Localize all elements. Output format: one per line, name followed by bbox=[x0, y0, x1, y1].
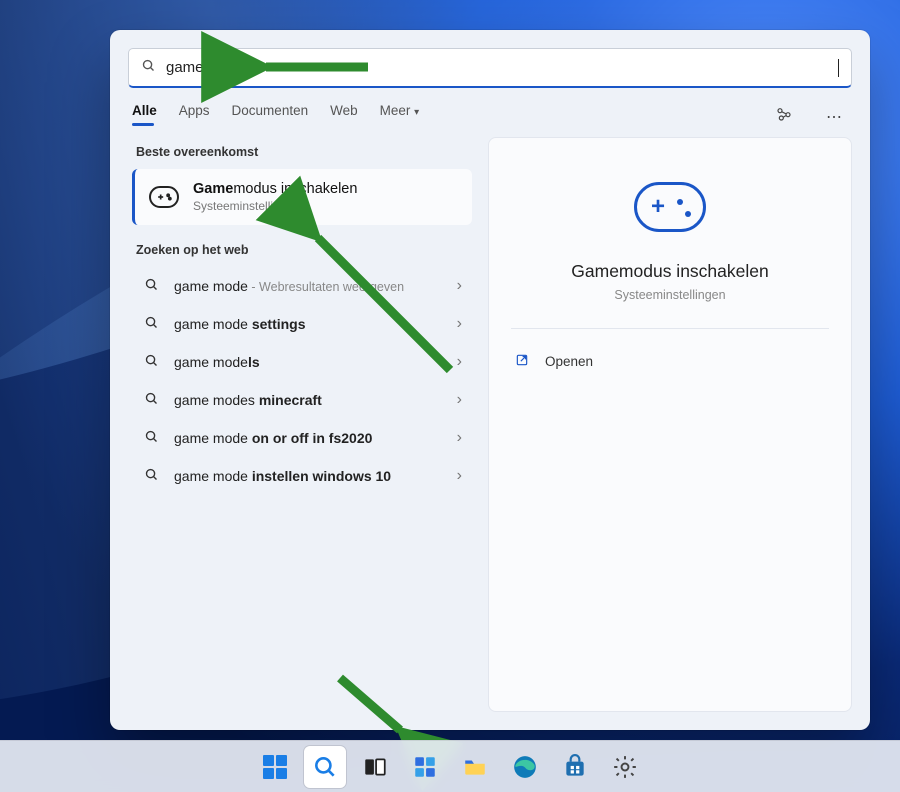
taskbar-file-explorer[interactable] bbox=[454, 746, 496, 788]
open-label: Openen bbox=[545, 354, 593, 369]
tab-apps[interactable]: Apps bbox=[179, 103, 210, 130]
search-icon bbox=[142, 353, 160, 371]
chevron-right-icon: › bbox=[457, 429, 462, 447]
taskbar-start[interactable] bbox=[254, 746, 296, 788]
divider bbox=[511, 328, 829, 329]
chevron-right-icon: › bbox=[457, 467, 462, 485]
taskbar-widgets[interactable] bbox=[404, 746, 446, 788]
chevron-right-icon: › bbox=[457, 277, 462, 295]
chevron-right-icon: › bbox=[457, 315, 462, 333]
web-result[interactable]: game mode - Webresultaten weergeven › bbox=[132, 267, 472, 305]
task-view-icon bbox=[362, 754, 388, 780]
chevron-right-icon: › bbox=[457, 353, 462, 371]
web-results-list: game mode - Webresultaten weergeven›game… bbox=[132, 267, 472, 495]
best-match-title: Gamemodus inschakelen bbox=[193, 181, 357, 197]
web-result-label: game mode on or off in fs2020 bbox=[174, 430, 443, 446]
open-icon bbox=[515, 353, 529, 370]
tab-all[interactable]: Alle bbox=[132, 103, 157, 130]
taskbar-store[interactable] bbox=[554, 746, 596, 788]
search-icon bbox=[142, 467, 160, 485]
web-result[interactable]: game modes minecraft › bbox=[132, 381, 472, 419]
controller-icon bbox=[149, 186, 179, 208]
text-caret bbox=[838, 59, 839, 77]
search-icon bbox=[312, 754, 338, 780]
gear-icon bbox=[612, 754, 638, 780]
folder-icon bbox=[462, 754, 488, 780]
taskbar-task-view[interactable] bbox=[354, 746, 396, 788]
edge-icon bbox=[512, 754, 538, 780]
web-section-heading: Zoeken op het web bbox=[136, 243, 472, 257]
controller-icon bbox=[634, 182, 706, 232]
preview-pane: Gamemodus inschakelen Systeeminstellinge… bbox=[488, 137, 852, 712]
best-match-heading: Beste overeenkomst bbox=[136, 145, 472, 159]
search-icon bbox=[142, 391, 160, 409]
taskbar-edge[interactable] bbox=[504, 746, 546, 788]
search-icon bbox=[141, 58, 156, 77]
preview-subtitle: Systeeminstellingen bbox=[511, 288, 829, 302]
store-icon bbox=[562, 754, 588, 780]
open-button[interactable]: Openen bbox=[511, 347, 829, 376]
chevron-right-icon: › bbox=[457, 391, 462, 409]
results-column: Beste overeenkomst Gamemodus inschakelen… bbox=[132, 137, 472, 712]
taskbar-settings[interactable] bbox=[604, 746, 646, 788]
web-result[interactable]: game mode instellen windows 10 › bbox=[132, 457, 472, 495]
search-icon bbox=[142, 277, 160, 295]
filter-tabs: Alle Apps Documenten Web Meer ▾ ⋯ bbox=[110, 88, 870, 131]
tab-more[interactable]: Meer ▾ bbox=[380, 103, 420, 130]
search-box[interactable]: game mode bbox=[128, 48, 852, 88]
web-result[interactable]: game mode settings › bbox=[132, 305, 472, 343]
windows-icon bbox=[263, 755, 287, 779]
share-icon[interactable] bbox=[770, 102, 798, 131]
best-match-result[interactable]: Gamemodus inschakelen Systeeminstellinge… bbox=[132, 169, 472, 225]
web-result-label: game mode settings bbox=[174, 316, 443, 332]
taskbar bbox=[0, 740, 900, 792]
web-result-label: game mode - Webresultaten weergeven bbox=[174, 278, 443, 294]
web-result-label: game modes minecraft bbox=[174, 392, 443, 408]
search-row: game mode bbox=[110, 30, 870, 88]
search-panel: game mode Alle Apps Documenten Web Meer … bbox=[110, 30, 870, 730]
search-input[interactable]: game mode bbox=[166, 59, 828, 76]
best-match-subtitle: Systeeminstellingen bbox=[193, 199, 357, 213]
web-result[interactable]: game mode on or off in fs2020 › bbox=[132, 419, 472, 457]
web-result-label: game mode instellen windows 10 bbox=[174, 468, 443, 484]
tab-web[interactable]: Web bbox=[330, 103, 358, 130]
tab-documents[interactable]: Documenten bbox=[232, 103, 309, 130]
taskbar-search[interactable] bbox=[304, 746, 346, 788]
preview-title: Gamemodus inschakelen bbox=[511, 261, 829, 282]
web-result[interactable]: game models › bbox=[132, 343, 472, 381]
widgets-icon bbox=[412, 754, 438, 780]
search-icon bbox=[142, 429, 160, 447]
web-result-label: game models bbox=[174, 354, 443, 370]
search-icon bbox=[142, 315, 160, 333]
more-icon[interactable]: ⋯ bbox=[820, 103, 848, 131]
